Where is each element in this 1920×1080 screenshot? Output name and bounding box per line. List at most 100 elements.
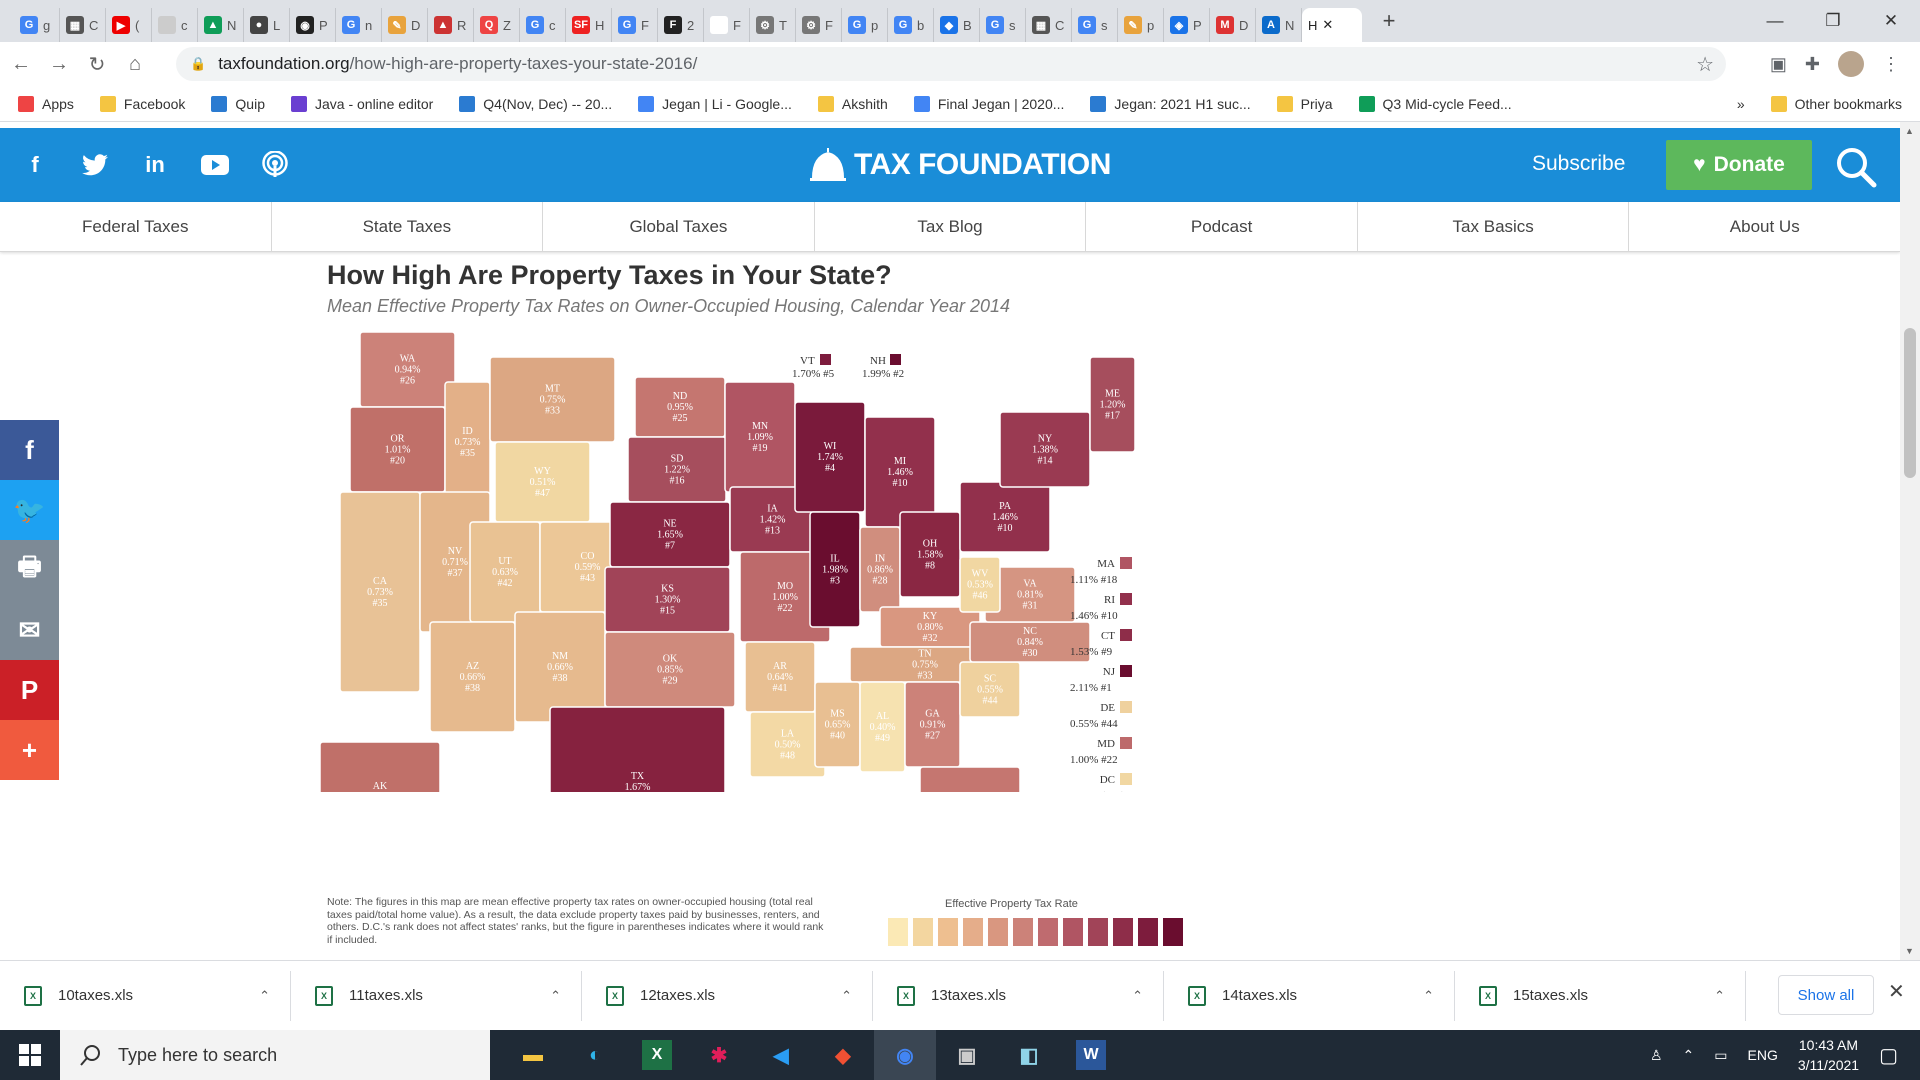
language-indicator[interactable]: ENG	[1748, 1047, 1778, 1063]
map-state-me[interactable]: ME1.20%#17	[1089, 356, 1136, 453]
facebook-icon[interactable]: f	[18, 148, 52, 182]
search-icon[interactable]	[1834, 145, 1878, 189]
extension-icon[interactable]: ▣	[1770, 54, 1787, 75]
map-state-ok[interactable]: OK0.85%#29	[604, 631, 736, 708]
browser-tab[interactable]: Gb	[888, 8, 934, 42]
browser-tab[interactable]: MD	[1210, 8, 1256, 42]
page-scrollbar[interactable]: ▲ ▼	[1900, 122, 1920, 960]
bookmark-item[interactable]: Facebook	[99, 95, 185, 112]
browser-tab[interactable]: c	[152, 8, 198, 42]
browser-tab[interactable]: ✎ p	[1118, 8, 1164, 42]
profile-avatar[interactable]	[1838, 51, 1864, 77]
browser-tab[interactable]: Gn	[336, 8, 382, 42]
map-state-ca[interactable]: CA0.73%#35	[339, 491, 421, 693]
browser-tab[interactable]: ▲ N	[198, 8, 244, 42]
close-download-shelf-icon[interactable]: ✕	[1888, 979, 1905, 1004]
map-state-nm[interactable]: NM0.66%#38	[514, 611, 606, 723]
share-twitter-icon[interactable]: 🐦	[0, 480, 59, 540]
download-item[interactable]: X 12taxes.xls ⌃	[582, 970, 873, 1021]
edge-icon[interactable]: ◐	[564, 1030, 626, 1080]
map-state-nd[interactable]: ND0.95%#25	[634, 376, 726, 438]
bookmark-item[interactable]: Q3 Mid-cycle Feed...	[1358, 95, 1512, 112]
scrollbar-thumb[interactable]	[1904, 328, 1916, 478]
map-state-wi[interactable]: WI1.74%#4	[794, 401, 866, 513]
site-nav-item[interactable]: Tax Basics	[1358, 202, 1630, 251]
site-nav-item[interactable]: Tax Blog	[815, 202, 1087, 251]
map-state-sd[interactable]: SD1.22%#16	[627, 436, 727, 503]
home-button[interactable]: ⌂	[118, 53, 152, 76]
map-state-mn[interactable]: MN1.09%#19	[724, 381, 796, 493]
vscode-icon[interactable]: ◀	[750, 1030, 812, 1080]
other-bookmarks[interactable]: Other bookmarks	[1770, 96, 1902, 112]
share-email-icon[interactable]: ✉	[0, 600, 59, 660]
map-state-in[interactable]: IN0.86%#28	[859, 526, 901, 613]
terminal-icon[interactable]: ▣	[936, 1030, 998, 1080]
download-options-chevron-icon[interactable]: ⌃	[1132, 988, 1143, 1004]
subscribe-link[interactable]: Subscribe	[1532, 152, 1625, 176]
map-state-ky[interactable]: KY0.80%#32	[879, 606, 981, 648]
word-icon[interactable]: W	[1076, 1040, 1106, 1070]
download-item[interactable]: X 15taxes.xls ⌃	[1455, 970, 1746, 1021]
bookmark-item[interactable]: Quip	[211, 95, 265, 112]
browser-tab[interactable]: ✎ D	[382, 8, 428, 42]
bookmark-item[interactable]: Apps	[18, 95, 74, 112]
share-facebook-icon[interactable]: f	[0, 420, 59, 480]
notes-app-icon[interactable]: ◧	[998, 1030, 1060, 1080]
podcast-icon[interactable]	[258, 148, 292, 182]
close-window-button[interactable]: ✕	[1862, 0, 1920, 42]
forward-button[interactable]: →	[42, 53, 76, 76]
browser-tab[interactable]: QZ	[474, 8, 520, 42]
bookmark-item[interactable]: Akshith	[817, 95, 888, 112]
map-state-fl[interactable]: FL0.98%#25	[919, 766, 1021, 792]
map-state-or[interactable]: OR1.01%#20	[349, 406, 446, 493]
browser-tab[interactable]: ◉ P	[290, 8, 336, 42]
map-state-az[interactable]: AZ0.66%#38	[429, 621, 516, 733]
map-state-al[interactable]: AL0.40%#49	[859, 681, 906, 773]
share-pinterest-icon[interactable]: P	[0, 660, 59, 720]
browser-tab[interactable]: F2	[658, 8, 704, 42]
browser-tab[interactable]: Gc	[520, 8, 566, 42]
browser-tab[interactable]: Gp	[842, 8, 888, 42]
browser-tab[interactable]: Gs	[980, 8, 1026, 42]
bookmark-item[interactable]: Java - online editor	[290, 95, 433, 112]
site-nav-item[interactable]: Federal Taxes	[0, 202, 272, 251]
browser-tab[interactable]: ▲ R	[428, 8, 474, 42]
map-state-pa[interactable]: PA1.46%#10	[959, 481, 1051, 553]
youtube-icon[interactable]	[198, 148, 232, 182]
bookmark-item[interactable]: Jegan: 2021 H1 suc...	[1090, 95, 1251, 112]
browser-tab[interactable]: ▦ C	[1026, 8, 1072, 42]
network-icon[interactable]: ▭	[1714, 1047, 1727, 1064]
download-item[interactable]: X 13taxes.xls ⌃	[873, 970, 1164, 1021]
twitter-icon[interactable]	[78, 148, 112, 182]
map-state-wy[interactable]: WY0.51%#47	[494, 441, 591, 523]
browser-tab[interactable]: Gg	[14, 8, 60, 42]
browser-tab[interactable]: SF H	[566, 8, 612, 42]
map-state-tx[interactable]: TX1.67%#6	[549, 706, 726, 792]
browser-tab[interactable]: GF	[612, 8, 658, 42]
chrome-icon[interactable]: ◉	[874, 1030, 936, 1080]
file-explorer-icon[interactable]: ▬	[502, 1030, 564, 1080]
site-nav-item[interactable]: Podcast	[1086, 202, 1358, 251]
share-print-icon[interactable]: 🖶	[0, 540, 59, 600]
map-state-ne[interactable]: NE1.65%#7	[609, 501, 731, 568]
map-state-mt[interactable]: MT0.75%#33	[489, 356, 616, 443]
browser-tab[interactable]: ⚙ F	[796, 8, 842, 42]
git-icon[interactable]: ◆	[812, 1030, 874, 1080]
browser-tab[interactable]: ◆ B	[934, 8, 980, 42]
reload-button[interactable]: ↻	[80, 52, 114, 77]
bookmark-item[interactable]: Jegan | Li - Google...	[638, 95, 792, 112]
new-tab-button[interactable]: +	[1374, 8, 1404, 34]
browser-tab[interactable]: ▦ C	[60, 8, 106, 42]
download-options-chevron-icon[interactable]: ⌃	[841, 988, 852, 1004]
site-nav-item[interactable]: State Taxes	[272, 202, 544, 251]
browser-tab[interactable]: F	[704, 8, 750, 42]
minimize-button[interactable]: —	[1746, 0, 1804, 42]
map-state-ny[interactable]: NY1.38%#14	[999, 411, 1091, 488]
lock-icon[interactable]: 🔒	[190, 56, 206, 72]
map-state-la[interactable]: LA0.50%#48	[749, 711, 826, 778]
map-state-ak[interactable]: AK1.01%#20	[320, 741, 441, 792]
browser-tab[interactable]: ● L	[244, 8, 290, 42]
browser-tab[interactable]: ⚙ T	[750, 8, 796, 42]
bookmark-item[interactable]: Q4(Nov, Dec) -- 20...	[459, 95, 612, 112]
site-nav-item[interactable]: Global Taxes	[543, 202, 815, 251]
